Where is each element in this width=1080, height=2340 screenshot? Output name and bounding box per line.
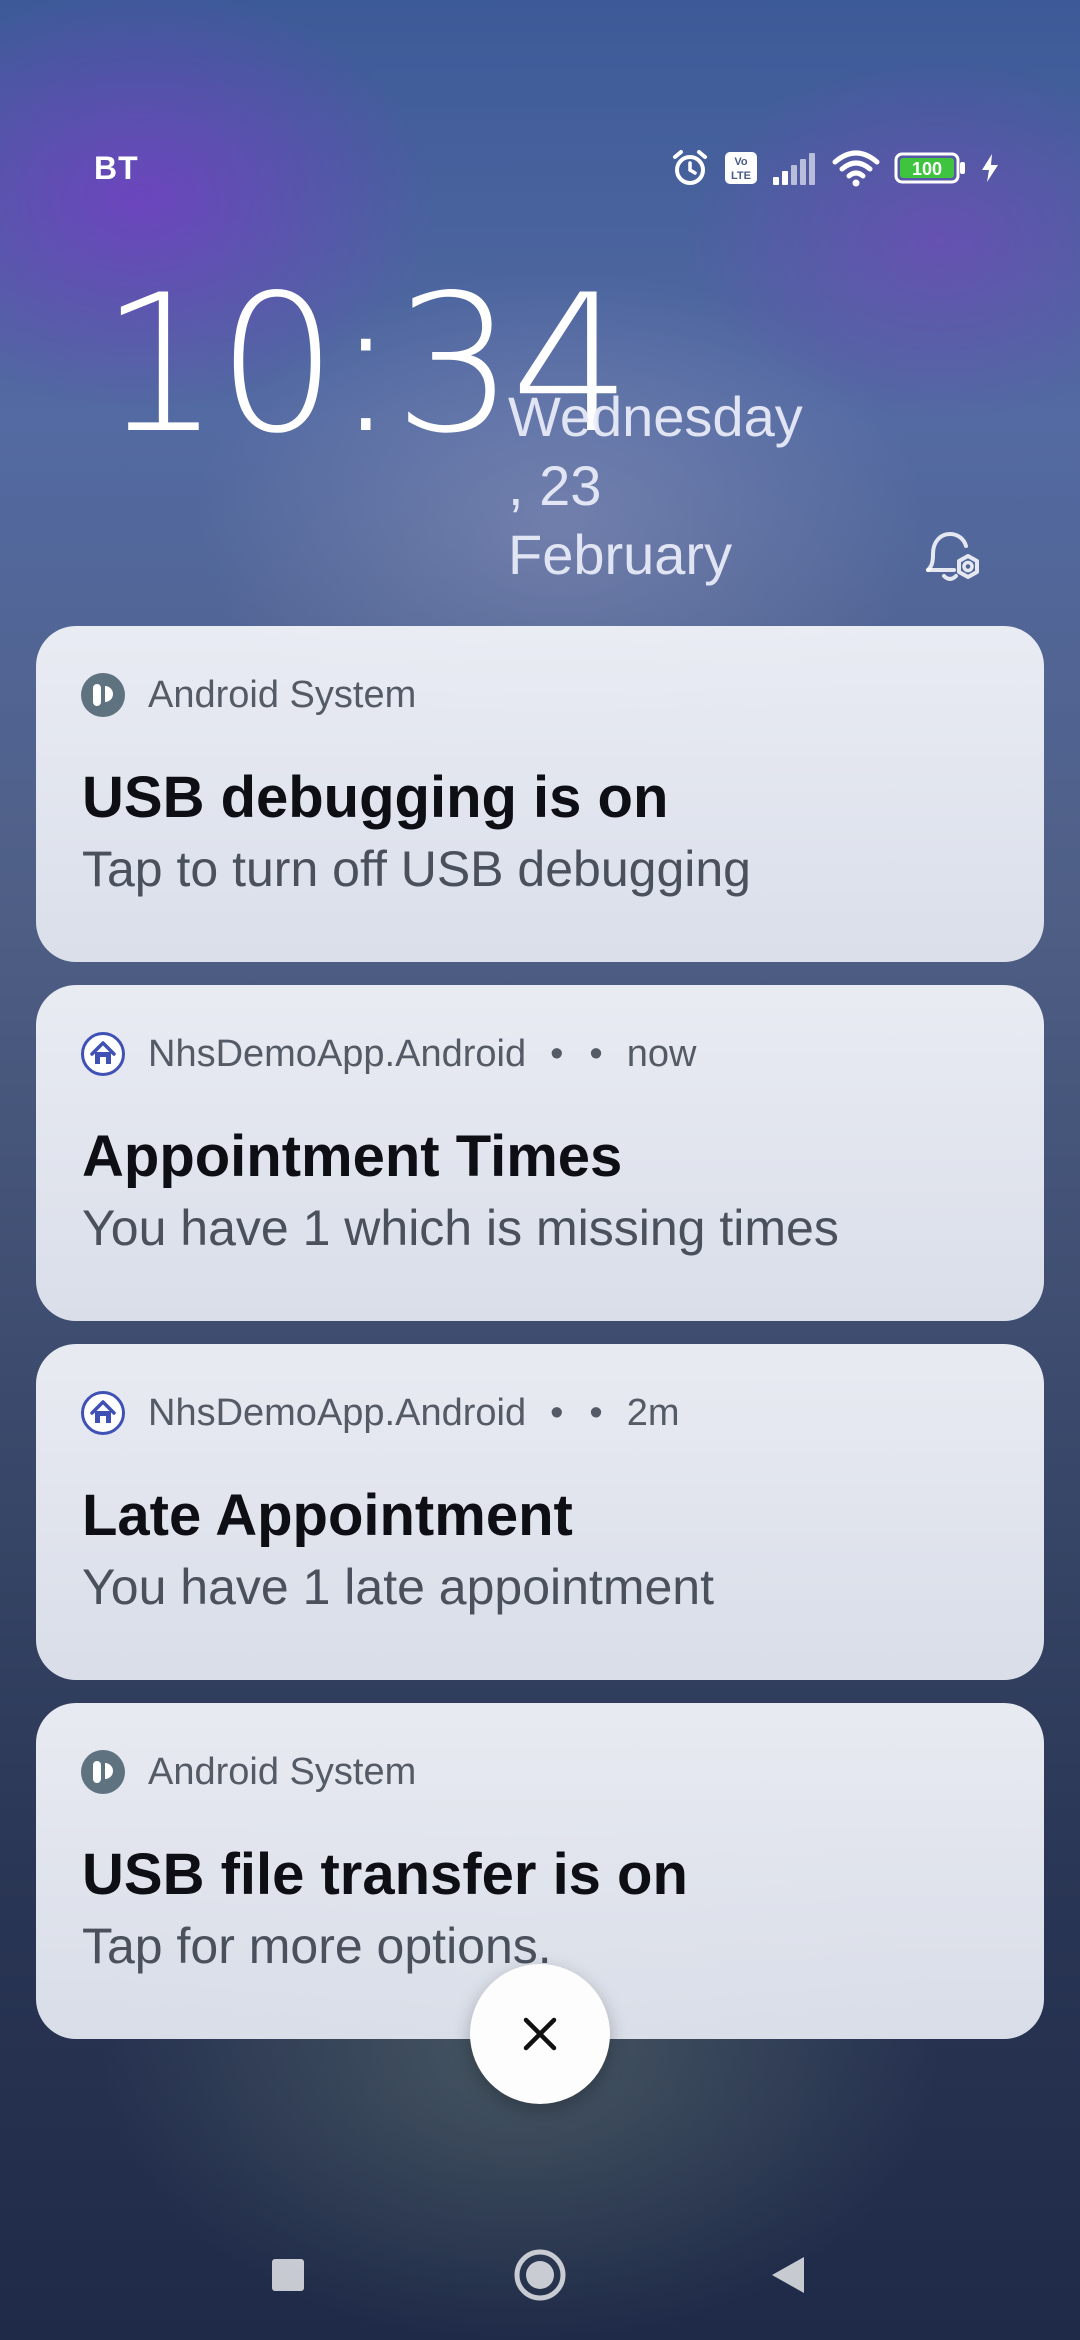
battery-icon: 100 bbox=[894, 152, 966, 184]
battery-level-text: 100 bbox=[912, 159, 942, 179]
separator-dot: • bbox=[550, 1391, 564, 1434]
status-icons: Vo LTE 100 bbox=[670, 148, 1000, 188]
date-day: , 23 bbox=[508, 454, 602, 517]
volte-icon: Vo LTE bbox=[724, 151, 758, 185]
android-system-icon bbox=[81, 673, 125, 717]
date-weekday: Wednesday bbox=[508, 385, 803, 448]
notification-time: 2m bbox=[626, 1391, 680, 1434]
navigation-bar bbox=[0, 2230, 1080, 2320]
status-bar: BT Vo LTE 100 bbox=[0, 140, 1080, 200]
notification-body: Tap for more options. bbox=[82, 1918, 552, 1974]
charging-icon bbox=[980, 153, 1000, 183]
back-button[interactable] bbox=[743, 2230, 833, 2320]
alarm-icon bbox=[670, 148, 710, 188]
notification-card-appointment-times[interactable]: NhsDemoApp.Android • • now Appointment T… bbox=[36, 985, 1044, 1321]
notification-title: USB debugging is on bbox=[82, 765, 669, 830]
notification-time: now bbox=[626, 1032, 697, 1075]
notification-body: Tap to turn off USB debugging bbox=[82, 841, 751, 897]
notification-app-name: Android System bbox=[148, 1750, 417, 1793]
notification-body: You have 1 late appointment bbox=[82, 1559, 714, 1615]
recents-icon bbox=[272, 2259, 304, 2291]
notification-settings-button[interactable] bbox=[918, 522, 990, 594]
notification-app-name: NhsDemoApp.Android bbox=[148, 1032, 527, 1075]
separator-dot: • bbox=[589, 1391, 603, 1434]
clear-all-notifications-button[interactable] bbox=[470, 1964, 610, 2104]
svg-text:LTE: LTE bbox=[731, 170, 751, 182]
notification-app-name: NhsDemoApp.Android bbox=[148, 1391, 527, 1434]
notification-card-usb-debugging[interactable]: Android System USB debugging is on Tap t… bbox=[36, 626, 1044, 962]
date-month: February bbox=[508, 523, 733, 586]
notification-app-name: Android System bbox=[148, 673, 417, 716]
lockscreen-date: Wednesday , 23 February bbox=[508, 382, 848, 589]
notification-card-late-appointment[interactable]: NhsDemoApp.Android • • 2m Late Appointme… bbox=[36, 1344, 1044, 1680]
wifi-icon bbox=[832, 149, 880, 187]
notification-title: USB file transfer is on bbox=[82, 1842, 688, 1907]
bell-settings-icon bbox=[926, 531, 979, 581]
notification-body: You have 1 which is missing times bbox=[82, 1200, 839, 1256]
notification-header: NhsDemoApp.Android • • 2m bbox=[80, 1390, 680, 1436]
notification-header: Android System bbox=[80, 672, 416, 718]
notification-title: Late Appointment bbox=[82, 1483, 573, 1548]
notification-header: Android System bbox=[80, 1749, 416, 1795]
notification-header: NhsDemoApp.Android • • now bbox=[80, 1031, 696, 1077]
close-icon bbox=[523, 2017, 557, 2051]
android-system-icon bbox=[81, 1750, 125, 1794]
home-app-icon bbox=[81, 1391, 125, 1435]
signal-icon bbox=[772, 151, 818, 185]
recents-button[interactable] bbox=[243, 2230, 333, 2320]
home-app-icon bbox=[81, 1032, 125, 1076]
separator-dot: • bbox=[589, 1032, 603, 1075]
svg-text:Vo: Vo bbox=[734, 156, 748, 168]
separator-dot: • bbox=[550, 1032, 564, 1075]
carrier-label: BT bbox=[94, 150, 139, 186]
home-button[interactable] bbox=[495, 2230, 585, 2320]
notification-title: Appointment Times bbox=[82, 1124, 623, 1189]
home-icon bbox=[514, 2249, 566, 2301]
back-icon bbox=[772, 2257, 804, 2293]
